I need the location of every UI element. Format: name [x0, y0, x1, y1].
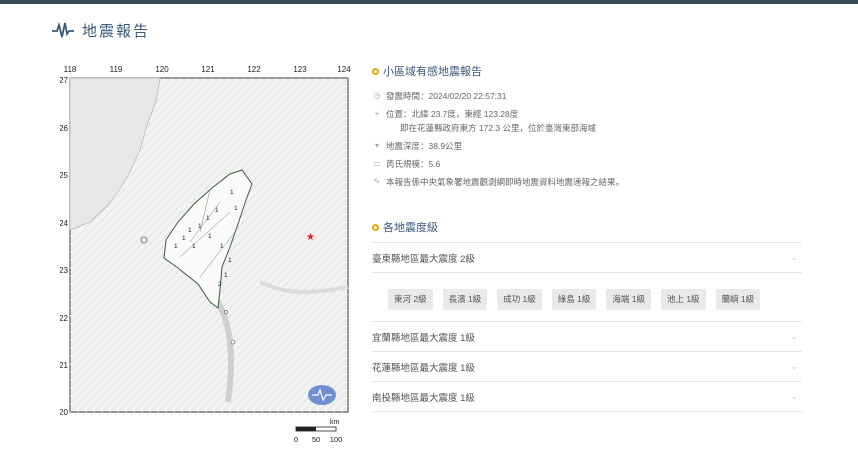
note-icon: ✎	[373, 177, 381, 186]
report-time: 發震時間：2024/02/20 22:57:31	[386, 91, 507, 101]
svg-text:km: km	[330, 419, 340, 426]
seismic-wave-icon	[52, 21, 74, 37]
svg-text:23: 23	[60, 266, 69, 275]
svg-text:1: 1	[234, 205, 238, 212]
station-chip: 長濱 1級	[442, 289, 488, 310]
svg-text:1: 1	[206, 215, 210, 222]
chevron-down-icon: ⌄	[790, 361, 798, 371]
svg-text:1: 1	[224, 272, 228, 279]
page-header: 地震報告	[52, 20, 150, 41]
svg-text:24: 24	[60, 219, 69, 228]
svg-text:22: 22	[60, 314, 69, 323]
svg-text:1: 1	[230, 189, 234, 196]
report-section-title: 小區域有感地震報告	[372, 60, 802, 82]
earthquake-map: ★ 1 1 1 1 1 1 1 1 1 1 1 1 1 2 118 119 12…	[60, 62, 352, 450]
svg-text:119: 119	[110, 65, 123, 74]
chevron-down-icon: ⌄	[790, 252, 798, 262]
svg-text:1: 1	[208, 233, 212, 240]
region-taitung[interactable]: 臺東縣地區最大震度 2級 ⌄	[372, 243, 802, 273]
report-note: 本報告係中央氣象署地震觀測網即時地震資料地震速報之結果。	[386, 177, 625, 187]
station-chip: 成功 1級	[497, 289, 542, 310]
report-magnitude: 芮氏規模：5.6	[386, 159, 441, 169]
station-chip: 海端 1級	[606, 289, 651, 310]
svg-text:121: 121	[201, 65, 215, 74]
svg-text:1: 1	[215, 207, 219, 214]
svg-text:100: 100	[330, 435, 343, 444]
station-chip: 綠島 1級	[551, 289, 597, 310]
svg-text:21: 21	[60, 361, 69, 370]
svg-text:122: 122	[247, 65, 261, 74]
depth-icon: ▾	[374, 141, 379, 150]
svg-text:50: 50	[312, 435, 320, 444]
report-location-detail: 即在花蓮縣政府東方 172.3 公里，位於臺灣東部海域	[400, 123, 596, 133]
svg-text:1: 1	[182, 235, 186, 242]
svg-text:123: 123	[293, 65, 307, 74]
report-location: 位置：北緯 23.7度，東經 123.28度	[386, 109, 519, 119]
station-list: 東河 2級 長濱 1級 成功 1級 綠島 1級 海端 1級 池上 1級 蘭嶼 1…	[372, 273, 802, 322]
svg-text:20: 20	[60, 408, 69, 417]
region-nantou[interactable]: 南投縣地區最大震度 1級 ⌄	[372, 382, 802, 412]
svg-text:124: 124	[337, 65, 351, 74]
epicenter-star-icon: ★	[306, 232, 315, 243]
bullet-icon	[372, 67, 379, 75]
svg-text:25: 25	[60, 171, 69, 180]
svg-text:1: 1	[174, 243, 178, 250]
svg-text:120: 120	[155, 65, 169, 74]
scale-bar: km 0 50 100	[294, 419, 342, 444]
svg-text:26: 26	[60, 124, 69, 133]
magnitude-icon: ▭	[373, 159, 381, 168]
page-title: 地震報告	[82, 23, 151, 40]
report-depth: 地震深度：38.9公里	[386, 141, 463, 151]
intensity-section-title: 各地震度級	[372, 216, 802, 238]
svg-text:2: 2	[218, 281, 222, 288]
chevron-down-icon: ⌄	[790, 331, 798, 341]
station-chip: 池上 1級	[660, 289, 706, 310]
report-panel: 小區域有感地震報告 ◷ 發震時間：2024/02/20 22:57:31 ⌖ 位置：…	[372, 60, 802, 412]
chevron-down-icon: ⌄	[790, 391, 798, 401]
location-pin-icon: ⌖	[374, 109, 380, 118]
station-chip: 東河 2級	[388, 289, 433, 310]
svg-text:1: 1	[198, 223, 202, 230]
svg-text:27: 27	[60, 76, 69, 85]
clock-icon: ◷	[373, 91, 381, 100]
svg-text:1: 1	[192, 243, 196, 250]
svg-text:0: 0	[294, 435, 298, 444]
svg-text:118: 118	[64, 65, 77, 74]
svg-text:1: 1	[228, 257, 232, 264]
region-yilan[interactable]: 宜蘭縣地區最大震度 1級 ⌄	[372, 322, 802, 352]
svg-text:1: 1	[188, 227, 192, 234]
station-chip: 蘭嶼 1級	[715, 289, 761, 310]
bullet-icon	[372, 223, 379, 231]
region-hualien[interactable]: 花蓮縣地區最大震度 1級 ⌄	[372, 352, 802, 382]
svg-text:1: 1	[220, 243, 224, 250]
top-bar	[0, 0, 858, 4]
